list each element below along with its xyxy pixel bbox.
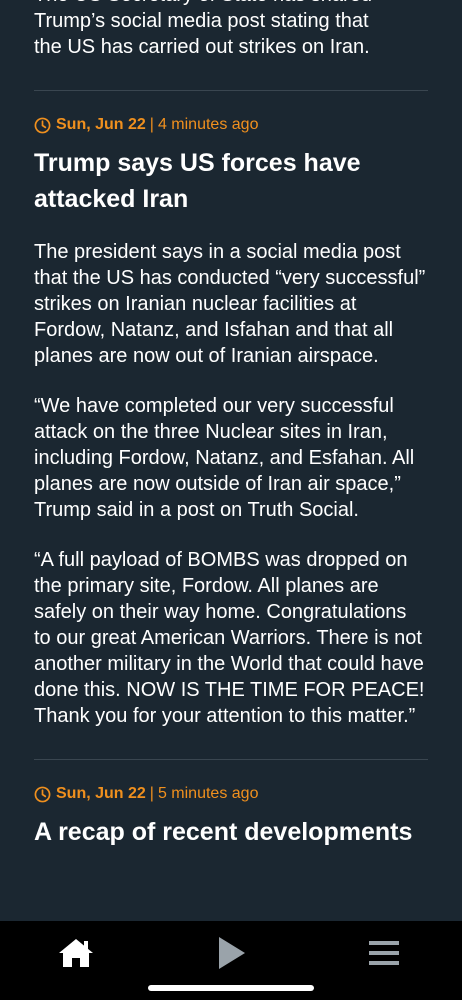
entry-headline: A recap of recent developments [34, 818, 413, 846]
home-button[interactable] [51, 933, 101, 973]
live-feed[interactable]: The US Secretary of State has shared Tru… [0, 0, 462, 872]
entry-headline: Trump says US forces have attacked Iran [34, 149, 361, 213]
timestamp-separator: | [149, 785, 154, 802]
previous-entry-text: The US Secretary of State has shared Tru… [34, 0, 428, 90]
live-updates-page: The US Secretary of State has shared Tru… [0, 0, 462, 1000]
clock-icon [34, 117, 51, 133]
previous-entry-line: The US Secretary of State has shared [34, 0, 428, 8]
entry-paragraph: The president says in a social media pos… [34, 241, 426, 367]
previous-entry-line: the US has carried out strikes on Iran. [34, 36, 370, 58]
clock-icon [34, 786, 51, 802]
entry-timestamp: Sun, Jun 22 | 5 minutes ago [34, 784, 428, 804]
menu-icon [369, 941, 399, 965]
play-button[interactable] [206, 933, 256, 973]
entry-timestamp: Sun, Jun 22 | 4 minutes ago [34, 115, 428, 135]
live-entry: Sun, Jun 22 | 4 minutes ago Trump says U… [34, 91, 428, 729]
system-home-indicator[interactable] [148, 985, 314, 991]
live-entry: Sun, Jun 22 | 5 minutes ago A recap of r… [34, 760, 428, 850]
previous-entry-line: Trump’s social media post stating that [34, 10, 369, 32]
home-icon [59, 939, 93, 967]
menu-button[interactable] [359, 933, 409, 973]
entry-paragraph: “A full payload of BOMBS was dropped on … [34, 549, 425, 727]
timestamp-separator: | [149, 116, 154, 133]
entry-date: Sun, Jun 22 [56, 785, 146, 802]
entry-relative-time: 5 minutes ago [157, 785, 259, 802]
play-icon [219, 937, 245, 969]
entry-paragraph: “We have completed our very successful a… [34, 395, 415, 521]
entry-date: Sun, Jun 22 [56, 116, 146, 133]
entry-relative-time: 4 minutes ago [157, 116, 259, 133]
